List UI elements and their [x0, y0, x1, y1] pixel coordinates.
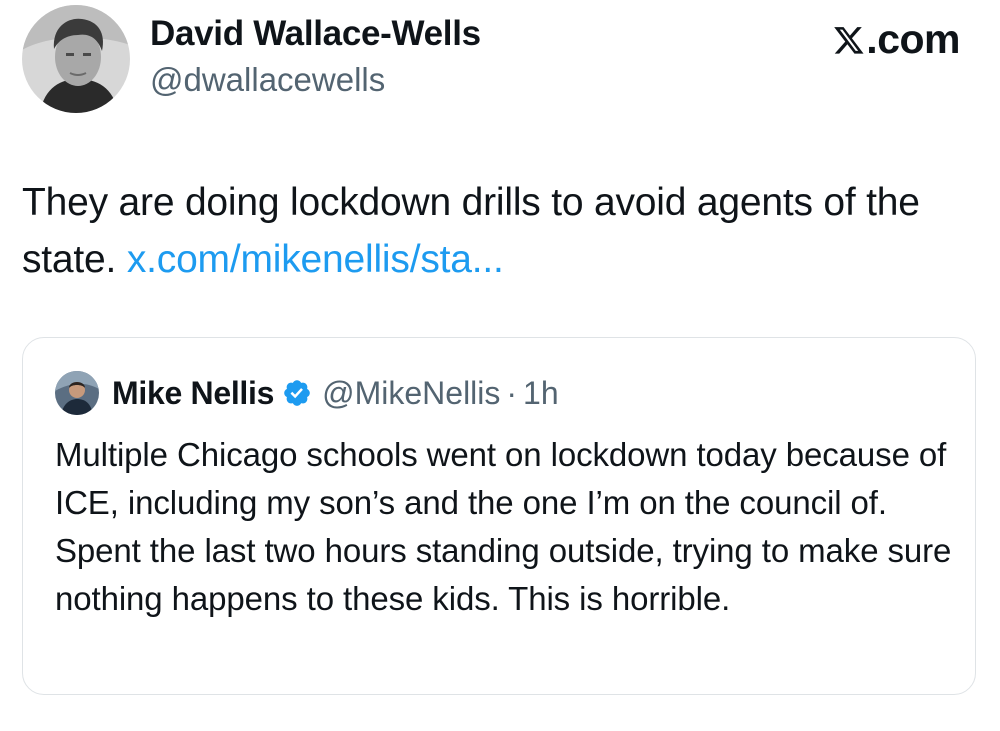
verified-badge-icon	[284, 380, 310, 406]
author-avatar[interactable]	[22, 5, 130, 113]
quoted-tweet-header: Mike Nellis @MikeNellis · 1h	[55, 368, 559, 418]
quoted-author-name[interactable]: Mike Nellis	[112, 375, 274, 412]
tweet-text: They are doing lockdown drills to avoid …	[22, 174, 972, 288]
author-handle[interactable]: @dwallacewells	[150, 61, 385, 99]
quoted-timestamp[interactable]: 1h	[523, 375, 559, 412]
brand-logo: .com	[833, 16, 960, 63]
x-logo-icon	[834, 26, 864, 54]
quoted-author-handle[interactable]: @MikeNellis	[322, 375, 500, 412]
tweet-link[interactable]: x.com/mikenellis/sta...	[127, 238, 504, 281]
header-separator: ·	[506, 374, 518, 411]
author-name[interactable]: David Wallace-Wells	[150, 14, 481, 54]
quoted-tweet-card[interactable]: Mike Nellis @MikeNellis · 1h Multiple Ch…	[22, 337, 976, 695]
brand-label: .com	[866, 16, 960, 62]
quoted-author-avatar[interactable]	[55, 371, 99, 415]
quoted-tweet-text: Multiple Chicago schools went on lockdow…	[55, 436, 952, 617]
